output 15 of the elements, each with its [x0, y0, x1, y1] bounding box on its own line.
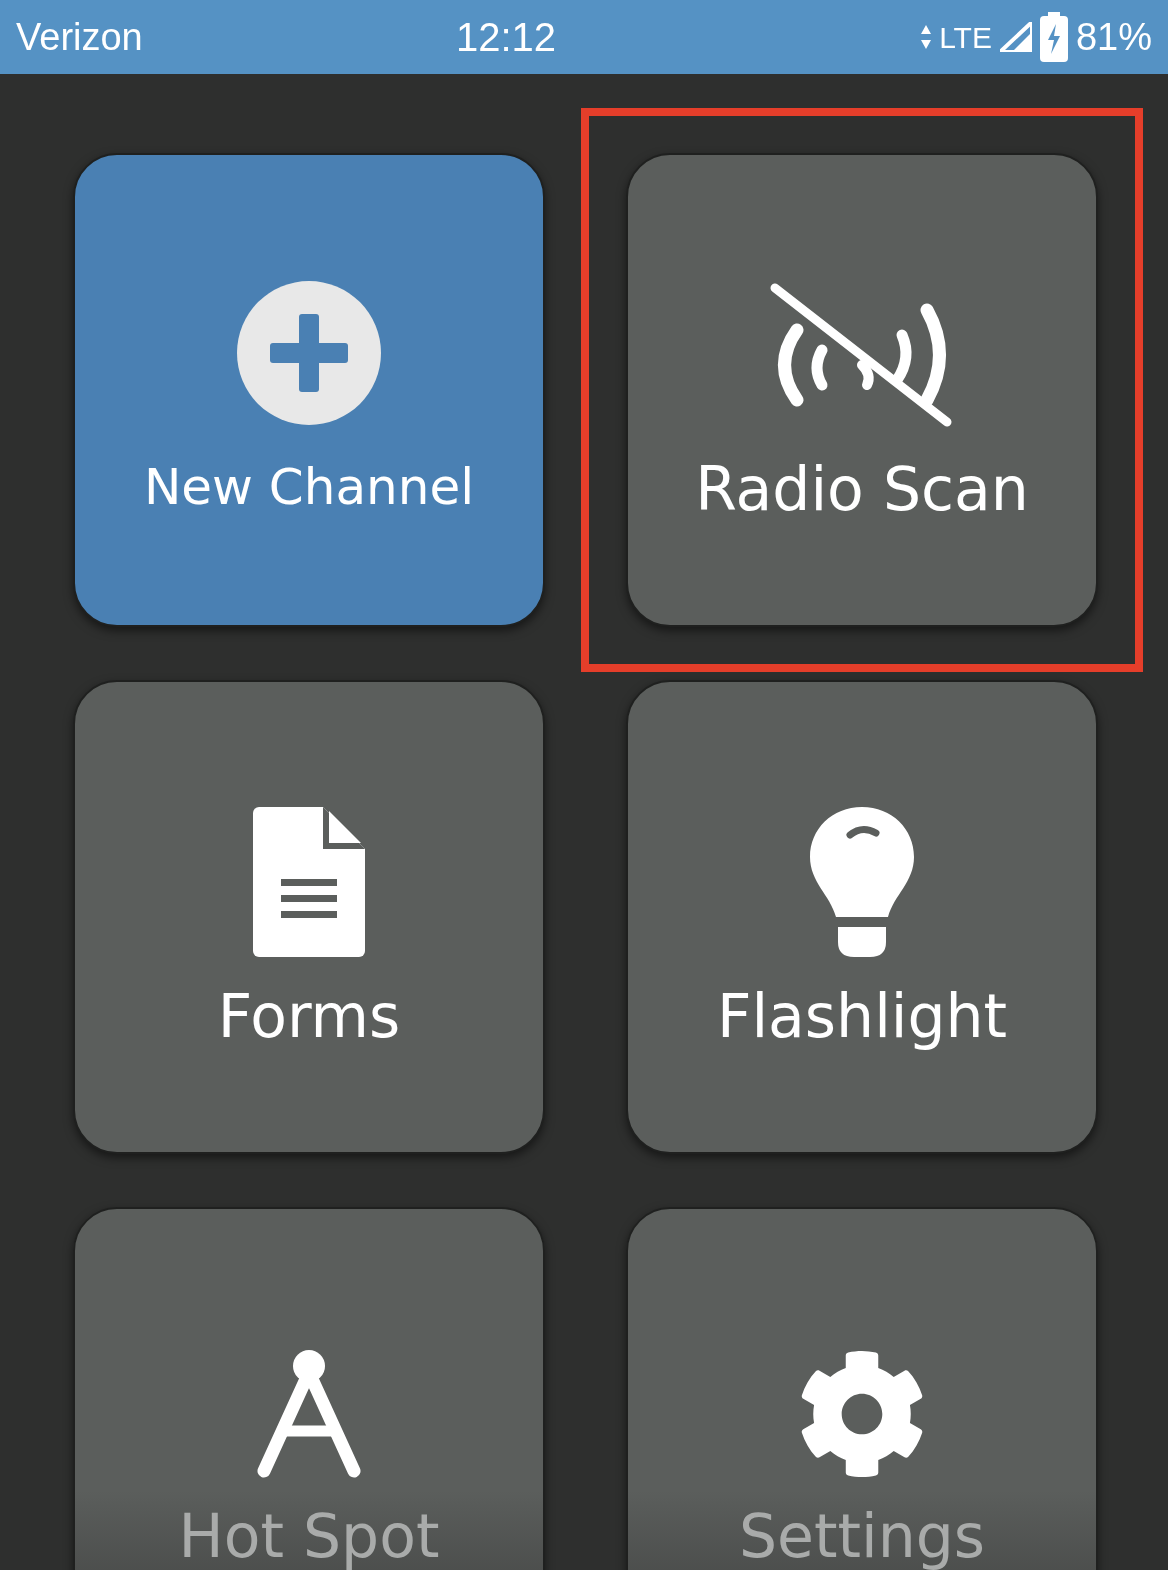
- carrier-name: Verizon: [16, 14, 144, 60]
- lightbulb-icon: [810, 807, 914, 957]
- menu-tile[interactable]: Radio Scan: [626, 153, 1098, 627]
- signal-icon: [999, 22, 1032, 52]
- clock: 12:12: [456, 14, 557, 61]
- network-type: LTE: [939, 19, 992, 56]
- plus-circle-icon: [236, 280, 382, 426]
- compass-icon: [256, 1349, 362, 1479]
- data-arrows-icon: [921, 25, 932, 49]
- document-icon: [253, 807, 365, 957]
- battery-percent: 81%: [1075, 14, 1152, 60]
- menu-tile[interactable]: New Channel: [73, 153, 545, 627]
- menu-tile[interactable]: Forms: [73, 680, 545, 1154]
- battery-charging-icon: [1039, 12, 1068, 62]
- menu-tile[interactable]: Flashlight: [626, 680, 1098, 1154]
